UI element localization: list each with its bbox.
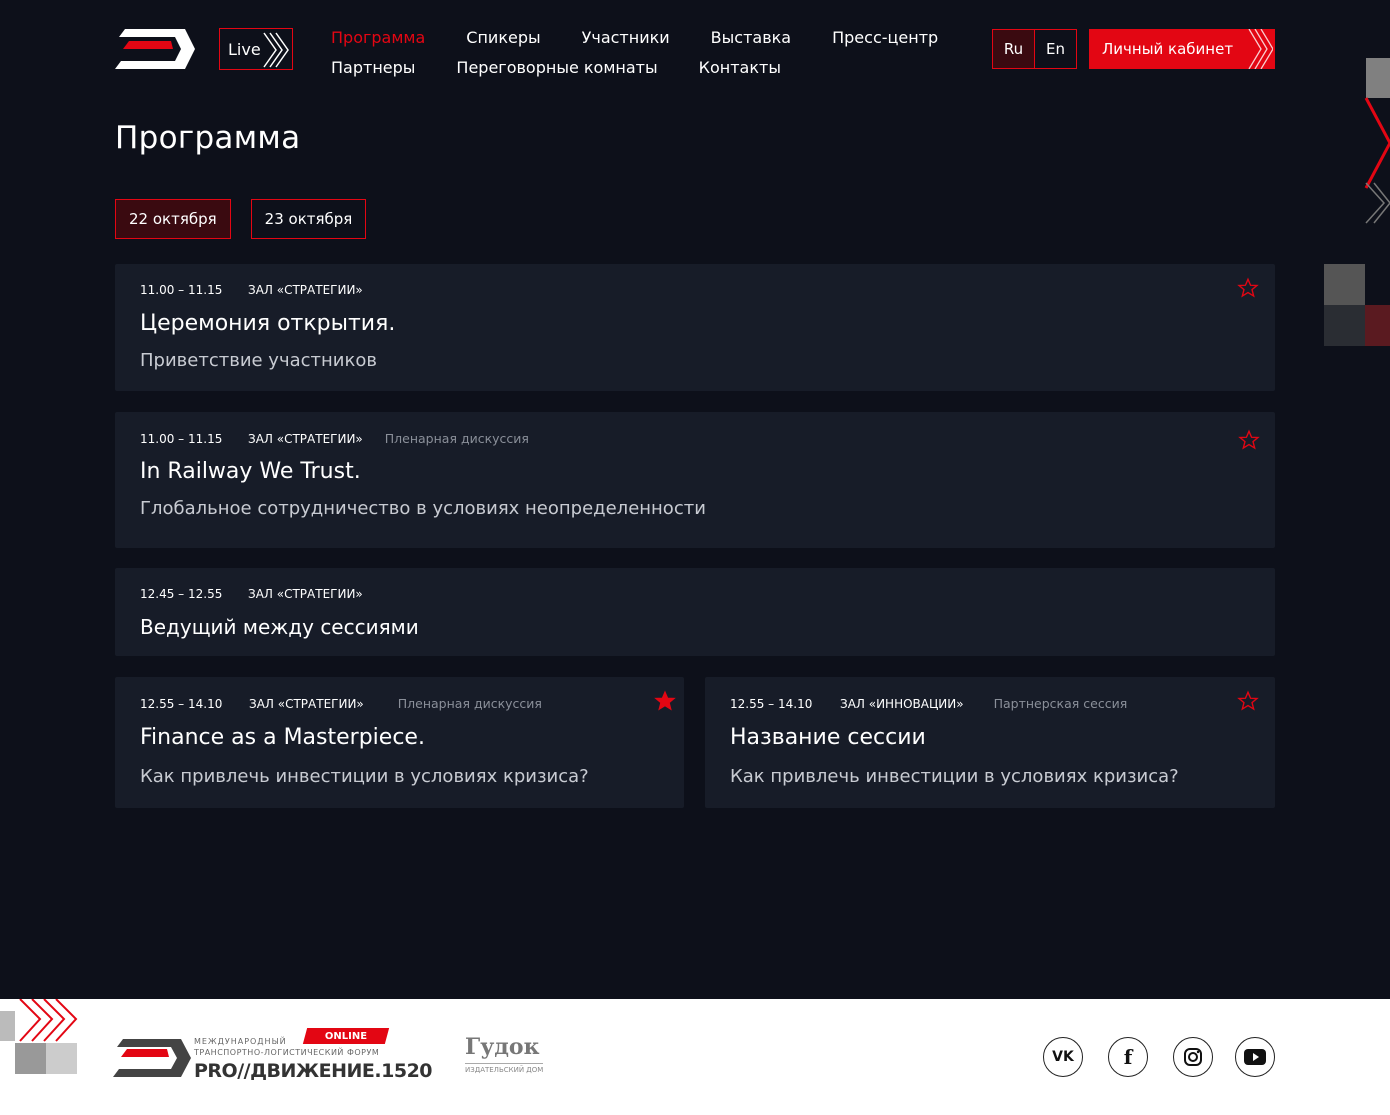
vk-icon[interactable]: VK xyxy=(1043,1037,1083,1077)
session-title: Название сессии xyxy=(730,725,926,750)
forum-logo[interactable] xyxy=(113,1037,191,1079)
session-type: Пленарная дискуссия xyxy=(397,696,542,711)
session-time: 12.55 – 14.10 xyxy=(730,696,813,711)
forum-name: PRO//ДВИЖЕНИЕ.1520 xyxy=(194,1060,433,1082)
favorite-star-icon[interactable] xyxy=(1237,277,1259,299)
lang-en-button[interactable]: En xyxy=(1035,29,1077,69)
live-label: Live xyxy=(228,39,261,59)
online-badge-label: ONLINE xyxy=(324,1030,368,1042)
decoration-squares xyxy=(1324,58,1390,346)
lang-ru-button[interactable]: Ru xyxy=(992,29,1035,69)
session-meta: 12.55 – 14.10 ЗАЛ «СТРАТЕГИИ» Пленарная … xyxy=(140,696,542,711)
chevrons-icon xyxy=(263,32,289,68)
nav-partners[interactable]: Партнеры xyxy=(331,58,415,77)
language-switcher: Ru En xyxy=(992,29,1077,69)
gudok-logo[interactable]: Гудок xyxy=(465,1034,540,1060)
session-type: Пленарная дискуссия xyxy=(384,431,529,446)
nav-meeting-rooms[interactable]: Переговорные комнаты xyxy=(456,58,657,77)
nav-speakers[interactable]: Спикеры xyxy=(466,28,540,47)
session-title: In Railway We Trust. xyxy=(140,459,361,484)
tab-date-22[interactable]: 22 октября xyxy=(115,199,231,239)
session-time: 12.55 – 14.10 xyxy=(140,696,223,711)
session-hall: ЗАЛ «СТРАТЕГИИ» xyxy=(249,696,364,711)
session-subtitle: Как привлечь инвестиции в условиях кризи… xyxy=(140,766,589,787)
nav-program[interactable]: Программа xyxy=(331,28,425,47)
cabinet-label: Личный кабинет xyxy=(1102,40,1234,58)
session-time: 11.00 – 11.15 xyxy=(140,431,223,446)
favorite-star-icon[interactable] xyxy=(1237,690,1259,712)
session-card[interactable]: 11.00 – 11.15 ЗАЛ «СТРАТЕГИИ» Пленарная … xyxy=(115,412,1275,548)
favorite-star-icon[interactable] xyxy=(1238,429,1260,451)
page-title: Программа xyxy=(115,120,301,156)
gudok-sub: ИЗДАТЕЛЬСКИЙ ДОМ xyxy=(465,1063,544,1074)
logo[interactable] xyxy=(115,27,195,71)
nav-press-center[interactable]: Пресс-центр xyxy=(832,28,938,47)
header: Live Программа Спикеры Участники Выставк… xyxy=(0,0,1390,100)
session-title: Finance as a Masterpiece. xyxy=(140,725,425,750)
session-time: 12.45 – 12.55 xyxy=(140,587,223,601)
instagram-icon[interactable] xyxy=(1173,1037,1213,1077)
forum-line2: ТРАНСПОРТНО-ЛОГИСТИЧЕСКИЙ ФОРУМ xyxy=(194,1048,380,1057)
session-hall: ЗАЛ «СТРАТЕГИИ» xyxy=(248,283,363,297)
nav-exhibition[interactable]: Выставка xyxy=(711,28,791,47)
session-hall: ЗАЛ «ИННОВАЦИИ» xyxy=(840,696,964,711)
footer-decoration xyxy=(0,999,78,1074)
session-card[interactable]: 12.45 – 12.55 ЗАЛ «СТРАТЕГИИ» Ведущий ме… xyxy=(115,568,1275,656)
main-nav: Программа Спикеры Участники Выставка Пре… xyxy=(331,22,971,82)
session-type: Партнерская сессия xyxy=(993,696,1128,711)
youtube-icon[interactable] xyxy=(1235,1037,1275,1077)
forum-line1: МЕЖДУНАРОДНЫЙ xyxy=(194,1037,287,1046)
nav-contacts[interactable]: Контакты xyxy=(699,58,781,77)
session-meta: 12.55 – 14.10 ЗАЛ «ИННОВАЦИИ» Партнерска… xyxy=(730,696,1127,711)
session-hall: ЗАЛ «СТРАТЕГИИ» xyxy=(248,587,363,601)
tab-date-23[interactable]: 23 октября xyxy=(250,199,367,239)
session-title: Церемония открытия. xyxy=(140,311,396,336)
session-title: Ведущий между сессиями xyxy=(140,615,419,639)
favorite-star-filled-icon[interactable] xyxy=(654,690,676,712)
session-subtitle: Как привлечь инвестиции в условиях кризи… xyxy=(730,766,1179,787)
date-tabs: 22 октября 23 октября xyxy=(115,199,367,239)
session-card[interactable]: 12.55 – 14.10 ЗАЛ «СТРАТЕГИИ» Пленарная … xyxy=(115,677,684,808)
session-time: 11.00 – 11.15 xyxy=(140,283,223,297)
session-meta: 11.00 – 11.15 ЗАЛ «СТРАТЕГИИ» Пленарная … xyxy=(140,431,529,446)
session-hall: ЗАЛ «СТРАТЕГИИ» xyxy=(248,431,363,446)
facebook-icon[interactable]: f xyxy=(1108,1037,1148,1077)
online-badge: ONLINE xyxy=(302,1028,390,1044)
nav-participants[interactable]: Участники xyxy=(582,28,670,47)
footer: МЕЖДУНАРОДНЫЙ ТРАНСПОРТНО-ЛОГИСТИЧЕСКИЙ … xyxy=(0,999,1390,1115)
live-button[interactable]: Live xyxy=(219,28,293,70)
session-subtitle: Приветствие участников xyxy=(140,350,377,371)
session-subtitle: Глобальное сотрудничество в условиях нео… xyxy=(140,498,706,519)
session-meta: 12.45 – 12.55 ЗАЛ «СТРАТЕГИИ» xyxy=(140,587,385,601)
session-card[interactable]: 11.00 – 11.15 ЗАЛ «СТРАТЕГИИ» Церемония … xyxy=(115,264,1275,391)
session-card[interactable]: 12.55 – 14.10 ЗАЛ «ИННОВАЦИИ» Партнерска… xyxy=(705,677,1275,808)
session-meta: 11.00 – 11.15 ЗАЛ «СТРАТЕГИИ» xyxy=(140,283,385,297)
personal-cabinet-button[interactable]: Личный кабинет xyxy=(1089,29,1275,69)
chevrons-icon xyxy=(1248,29,1273,69)
